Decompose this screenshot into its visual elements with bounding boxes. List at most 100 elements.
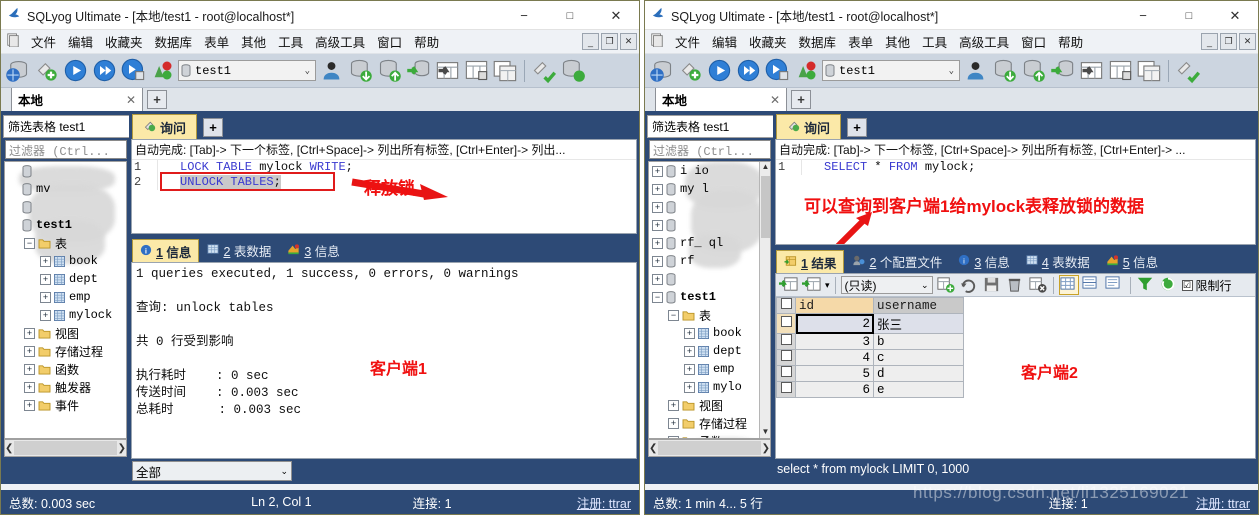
connection-tab-local[interactable]: 本地 ✕ — [655, 87, 787, 111]
scroll-left-icon[interactable]: ❮ — [649, 443, 657, 454]
row-selector[interactable] — [776, 381, 796, 398]
chevron-down-icon[interactable]: ⌄ — [280, 466, 288, 477]
tree-expander[interactable]: + — [652, 237, 663, 249]
result-tab[interactable]: 3 信息 — [279, 239, 347, 262]
new-query-tab-button[interactable]: + — [847, 118, 868, 137]
menu-window[interactable]: 窗口 — [371, 32, 408, 51]
connection-tab-local[interactable]: 本地 ✕ — [11, 87, 143, 111]
database-selector[interactable]: test1 ⌄ — [822, 60, 960, 81]
tree-expander[interactable]: + — [652, 165, 663, 177]
refresh-db-icon[interactable] — [559, 57, 586, 84]
tree-node[interactable]: + rf — [649, 252, 770, 270]
close-icon[interactable]: ✕ — [770, 93, 780, 107]
paint-check-icon[interactable] — [530, 57, 557, 84]
cell-username[interactable]: c — [873, 349, 964, 366]
tree-expander[interactable]: + — [24, 399, 35, 411]
cell-username[interactable]: 张三 — [873, 313, 964, 334]
menu-advanced-tools[interactable]: 高级工具 — [309, 32, 371, 51]
tree-node[interactable]: + — [649, 198, 770, 216]
scroll-thumb[interactable] — [761, 176, 770, 238]
result-tab[interactable]: 4 表数据 — [1018, 250, 1098, 273]
result-tab[interactable]: 2 个配置文件 — [844, 250, 950, 273]
execute-stop-icon[interactable] — [764, 57, 791, 84]
table-row[interactable]: 3b — [776, 333, 964, 350]
tree-expander[interactable]: + — [24, 363, 35, 375]
tree-expander[interactable]: + — [684, 327, 695, 339]
connect-db-icon[interactable] — [648, 57, 675, 84]
query-tab[interactable]: 询问 — [776, 114, 842, 139]
execute-query-icon[interactable] — [706, 57, 733, 84]
new-connection-icon[interactable] — [677, 57, 704, 84]
tree-node[interactable]: + — [649, 216, 770, 234]
tree-node[interactable]: + emp — [649, 360, 770, 378]
cell-id[interactable]: 6 — [795, 381, 874, 398]
delete-record-icon[interactable] — [1005, 275, 1025, 295]
tree-node[interactable]: − test1 — [649, 288, 770, 306]
insert-row-icon[interactable] — [779, 275, 799, 295]
tree-expander[interactable]: + — [40, 273, 51, 285]
filter-input[interactable]: 过滤器 (Ctrl... — [649, 140, 771, 159]
cell-username[interactable]: e — [873, 381, 964, 398]
export-db-icon[interactable] — [1020, 57, 1047, 84]
grid-view-icon[interactable] — [1058, 275, 1079, 295]
chevron-down-icon[interactable]: ⌄ — [949, 66, 957, 76]
tree-expander[interactable]: + — [668, 417, 679, 429]
cell-id[interactable]: 3 — [795, 333, 874, 350]
table-data-icon[interactable] — [1107, 57, 1134, 84]
row-selector[interactable] — [776, 365, 796, 382]
new-connection-icon[interactable] — [33, 57, 60, 84]
discard-record-icon[interactable] — [1028, 275, 1048, 295]
tree-expander[interactable]: + — [652, 201, 663, 213]
mdi-minimize-button[interactable]: _ — [582, 33, 599, 50]
tree-node[interactable]: − 表 — [649, 306, 770, 324]
refresh-icon[interactable] — [1159, 275, 1179, 295]
column-header[interactable]: id — [795, 297, 874, 314]
menu-form[interactable]: 表单 — [198, 32, 235, 51]
execute-all-icon[interactable] — [735, 57, 762, 84]
import-db-icon[interactable] — [991, 57, 1018, 84]
copy-table-icon[interactable] — [492, 57, 519, 84]
tree-node[interactable]: + my l — [649, 180, 770, 198]
close-icon[interactable]: ✕ — [126, 93, 136, 107]
tree-expander[interactable]: + — [24, 381, 35, 393]
tree-node[interactable] — [5, 198, 126, 216]
menu-help[interactable]: 帮助 — [408, 32, 445, 51]
database-selector[interactable]: test1 ⌄ — [178, 60, 316, 81]
new-tab-button[interactable]: + — [791, 90, 811, 109]
result-scope-select[interactable]: 全部 ⌄ — [132, 461, 292, 481]
execute-stop-icon[interactable] — [120, 57, 147, 84]
tree-node[interactable]: + dept — [649, 342, 770, 360]
limit-rows-control[interactable]: ☑ 限制行 — [1181, 277, 1232, 294]
tree-node[interactable]: + 视图 — [5, 324, 126, 342]
scroll-left-icon[interactable]: ❮ — [5, 443, 13, 454]
menu-other[interactable]: 其他 — [235, 32, 272, 51]
menu-edit[interactable]: 编辑 — [62, 32, 99, 51]
grid-dropdown-arrow-icon[interactable]: ▾ — [825, 280, 830, 291]
execute-all-icon[interactable] — [91, 57, 118, 84]
menu-file[interactable]: 文件 — [25, 32, 62, 51]
new-tab-button[interactable]: + — [147, 90, 167, 109]
tree-expander[interactable]: + — [668, 435, 679, 438]
scroll-down-icon[interactable]: ▼ — [760, 427, 770, 438]
new-query-tab-button[interactable]: + — [203, 118, 224, 137]
table-data-icon[interactable] — [463, 57, 490, 84]
sidebar-hscrollbar[interactable]: ❮ ❯ — [4, 439, 127, 457]
tree-expander[interactable]: + — [652, 273, 663, 285]
export-table-icon[interactable] — [1078, 57, 1105, 84]
tree-node[interactable]: − 表 — [5, 234, 126, 252]
tree-node[interactable]: + 存储过程 — [5, 342, 126, 360]
sync-data-icon[interactable] — [793, 57, 820, 84]
cell-id[interactable]: 4 — [795, 349, 874, 366]
menu-favorites[interactable]: 收藏夹 — [743, 32, 793, 51]
status-register-link[interactable]: 注册: ttrar — [1188, 493, 1258, 512]
minimize-button[interactable]: − — [1120, 1, 1166, 30]
tree-expander[interactable]: + — [652, 183, 663, 195]
copy-table-icon[interactable] — [1136, 57, 1163, 84]
tree-expander[interactable]: − — [668, 309, 679, 321]
tree-expander[interactable]: − — [24, 237, 35, 249]
export-db-icon[interactable] — [376, 57, 403, 84]
maximize-button[interactable]: □ — [1166, 1, 1212, 30]
tree-node[interactable]: + dept — [5, 270, 126, 288]
menu-tools[interactable]: 工具 — [916, 32, 953, 51]
tree-expander[interactable]: + — [40, 291, 51, 303]
